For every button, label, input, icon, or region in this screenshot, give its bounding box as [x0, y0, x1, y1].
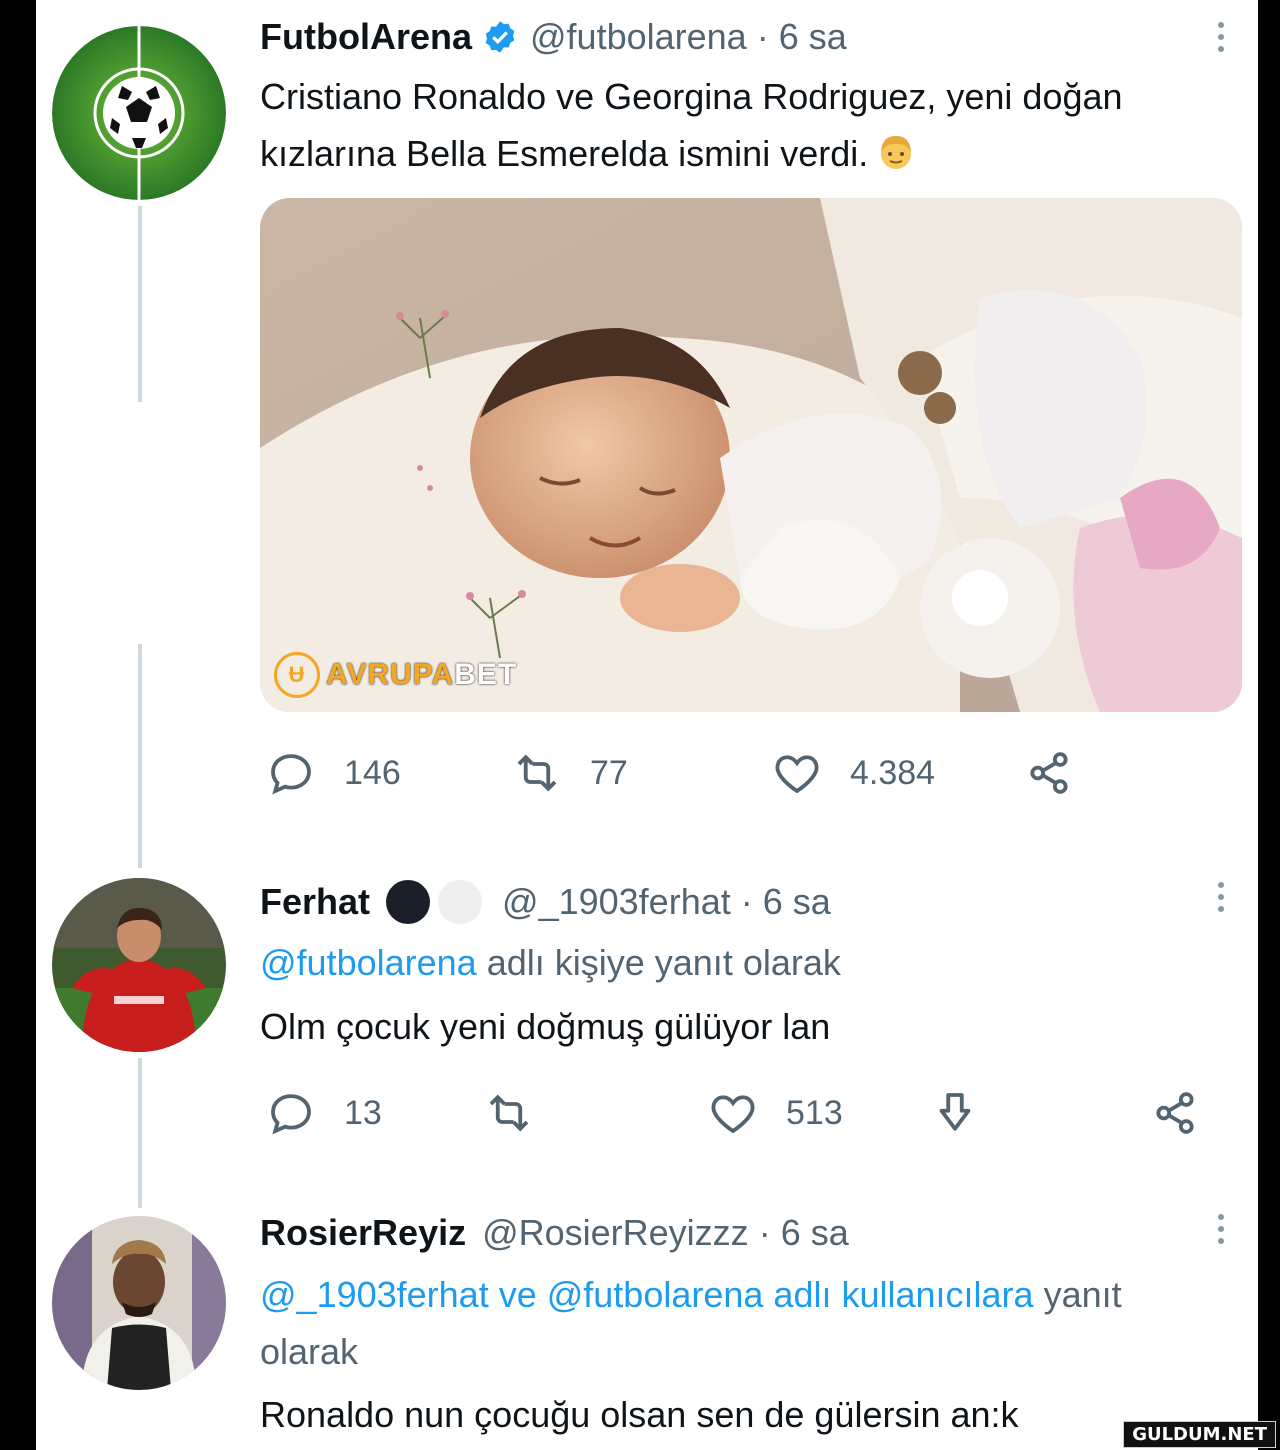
reply-context-text-2: olarak	[260, 1331, 359, 1372]
like-button[interactable]: 513	[706, 1086, 843, 1140]
watermark-text-1: AVRUPA	[326, 658, 455, 691]
avatar-futbolarena[interactable]	[52, 26, 226, 200]
retweet-icon	[489, 1094, 529, 1132]
reply-button[interactable]: 13	[264, 1086, 382, 1140]
separator-dot: ·	[756, 16, 769, 57]
tweet-photo[interactable]: Ʉ AVRUPA BET	[260, 198, 1242, 712]
tweet-thread: FutbolArena @futbolarena · 6 sa Cristian…	[36, 0, 1258, 1450]
watermark: Ʉ AVRUPA BET	[274, 652, 517, 698]
author-handle[interactable]: @_1903ferhat	[502, 881, 731, 923]
tweet-time[interactable]: 6 sa	[779, 16, 847, 58]
like-count: 513	[786, 1093, 843, 1132]
author-name[interactable]: Ferhat	[260, 881, 370, 923]
author-handle[interactable]: @futbolarena	[530, 16, 747, 58]
more-options-icon[interactable]	[1218, 1214, 1224, 1244]
retweet-count: 77	[590, 753, 628, 792]
tweet-header: RosierReyiz @RosierReyizzz · 6 sa	[260, 1212, 849, 1254]
tweet-time[interactable]: 6 sa	[763, 881, 831, 923]
site-watermark: GULDUM.NET	[1123, 1421, 1276, 1448]
like-count: 4.384	[850, 753, 936, 792]
reply-count: 13	[344, 1093, 382, 1132]
retweet-button[interactable]: 77	[510, 746, 628, 800]
author-name[interactable]: RosierReyiz	[260, 1212, 466, 1254]
share-button[interactable]	[1022, 746, 1076, 800]
retweet-button[interactable]	[482, 1086, 536, 1140]
tweet-time[interactable]: 6 sa	[781, 1212, 849, 1254]
share-icon	[1156, 1092, 1194, 1134]
download-button[interactable]	[928, 1086, 982, 1140]
author-handle[interactable]: @RosierReyizzz	[482, 1212, 749, 1254]
author-name[interactable]: FutbolArena	[260, 16, 472, 58]
tweet-actions: 13 513	[260, 1086, 1258, 1146]
verified-badge-icon	[482, 19, 518, 55]
separator-dot: ·	[758, 1212, 771, 1253]
reply-button[interactable]: 146	[264, 746, 401, 800]
watermark-logo-icon: Ʉ	[274, 652, 320, 698]
tweet-text: Ronaldo nun çocuğu olsan sen de gülersin…	[260, 1394, 1019, 1435]
mention-link[interactable]: @futbolarena	[260, 942, 477, 983]
reply-context: @_1903ferhat ve @futbolarena adlı kullan…	[260, 1266, 1238, 1380]
separator-dot: ·	[740, 881, 753, 922]
retweet-icon	[517, 754, 557, 792]
mention-link[interactable]: @_1903ferhat ve @futbolarena adlı kullan…	[260, 1274, 1034, 1315]
download-icon	[939, 1093, 971, 1131]
thread-line	[138, 1058, 142, 1208]
baby-photo-image	[260, 198, 1242, 712]
tweet-text: Olm çocuk yeni doğmuş gülüyor lan	[260, 1006, 831, 1047]
person-blond-hair-icon	[876, 131, 916, 171]
more-options-icon[interactable]	[1218, 22, 1224, 52]
tweet-header: Ferhat @_1903ferhat · 6 sa	[260, 880, 831, 924]
tweet-header: FutbolArena @futbolarena · 6 sa	[260, 16, 847, 58]
reply-count: 146	[344, 753, 401, 792]
watermark-text-2: BET	[454, 658, 518, 691]
share-button[interactable]	[1148, 1086, 1202, 1140]
reply-icon	[271, 754, 311, 795]
reply-context-text: yanıt	[1043, 1274, 1122, 1315]
reply-context: @futbolarena adlı kişiye yanıt olarak	[260, 934, 1238, 991]
tweet-actions: 146 77 4.384	[260, 746, 1258, 806]
reply-icon	[271, 1094, 311, 1135]
like-button[interactable]: 4.384	[770, 746, 935, 800]
tweet-text: Cristiano Ronaldo ve Georgina Rodriguez,…	[260, 68, 1238, 182]
reply-context-text: adlı kişiye yanıt olarak	[486, 942, 841, 983]
share-icon	[1030, 752, 1068, 794]
heart-icon	[775, 755, 819, 794]
white-circle-icon	[438, 880, 483, 924]
tweet-body: Cristiano Ronaldo ve Georgina Rodriguez,…	[260, 76, 1123, 174]
thread-line	[138, 644, 142, 868]
avatar-rosierreyiz[interactable]	[52, 1216, 226, 1390]
more-options-icon[interactable]	[1218, 882, 1224, 912]
black-circle-icon	[386, 880, 431, 924]
avatar-ferhat[interactable]	[52, 878, 226, 1052]
heart-icon	[711, 1095, 755, 1134]
thread-line	[138, 206, 142, 402]
